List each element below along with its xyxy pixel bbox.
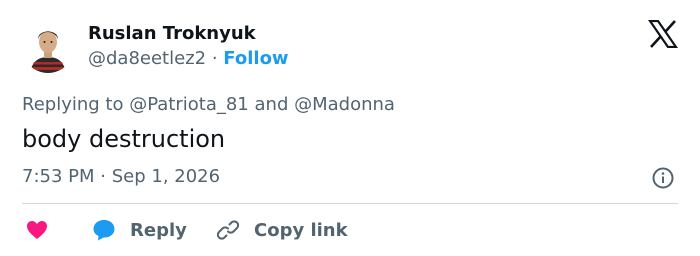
replying-conjunction: and xyxy=(254,94,289,115)
mention-link[interactable]: @Patriota_81 xyxy=(129,94,249,115)
tweet-date: Sep 1, 2026 xyxy=(111,166,221,187)
user-display-name[interactable]: Ruslan Troknyuk xyxy=(88,23,256,45)
heart-icon xyxy=(27,221,47,239)
mention-link[interactable]: @Madonna xyxy=(294,94,395,115)
user-handle-row: @da8eetlez2 · Follow xyxy=(88,48,289,70)
link-icon xyxy=(216,220,240,240)
replying-prefix: Replying to xyxy=(22,94,124,115)
replying-to-context: Replying to @Patriota_81 and @Madonna xyxy=(22,94,395,116)
action-bar: Reply Copy link xyxy=(0,212,700,248)
avatar-image xyxy=(22,21,74,73)
user-handle[interactable]: @da8eetlez2 xyxy=(88,48,206,69)
copy-link-label: Copy link xyxy=(254,219,348,241)
handle-separator: · xyxy=(211,48,218,69)
tweet-card: Ruslan Troknyuk @da8eetlez2 · Follow Rep… xyxy=(0,0,700,256)
speech-bubble-icon xyxy=(93,220,115,241)
tweet-time: 7:53 PM xyxy=(22,166,95,187)
divider xyxy=(22,203,678,204)
x-logo-icon[interactable] xyxy=(648,20,678,48)
copy-link-button[interactable]: Copy link xyxy=(216,212,348,248)
tweet-text: body destruction xyxy=(22,125,226,153)
tweet-timestamp[interactable]: 7:53 PM · Sep 1, 2026 xyxy=(22,166,220,188)
follow-button[interactable]: Follow xyxy=(223,48,288,69)
like-button[interactable] xyxy=(26,212,48,248)
timestamp-separator: · xyxy=(100,166,106,187)
reply-label: Reply xyxy=(130,219,187,241)
avatar[interactable] xyxy=(22,21,74,73)
reply-button[interactable]: Reply xyxy=(92,212,187,248)
info-icon[interactable] xyxy=(651,166,675,190)
